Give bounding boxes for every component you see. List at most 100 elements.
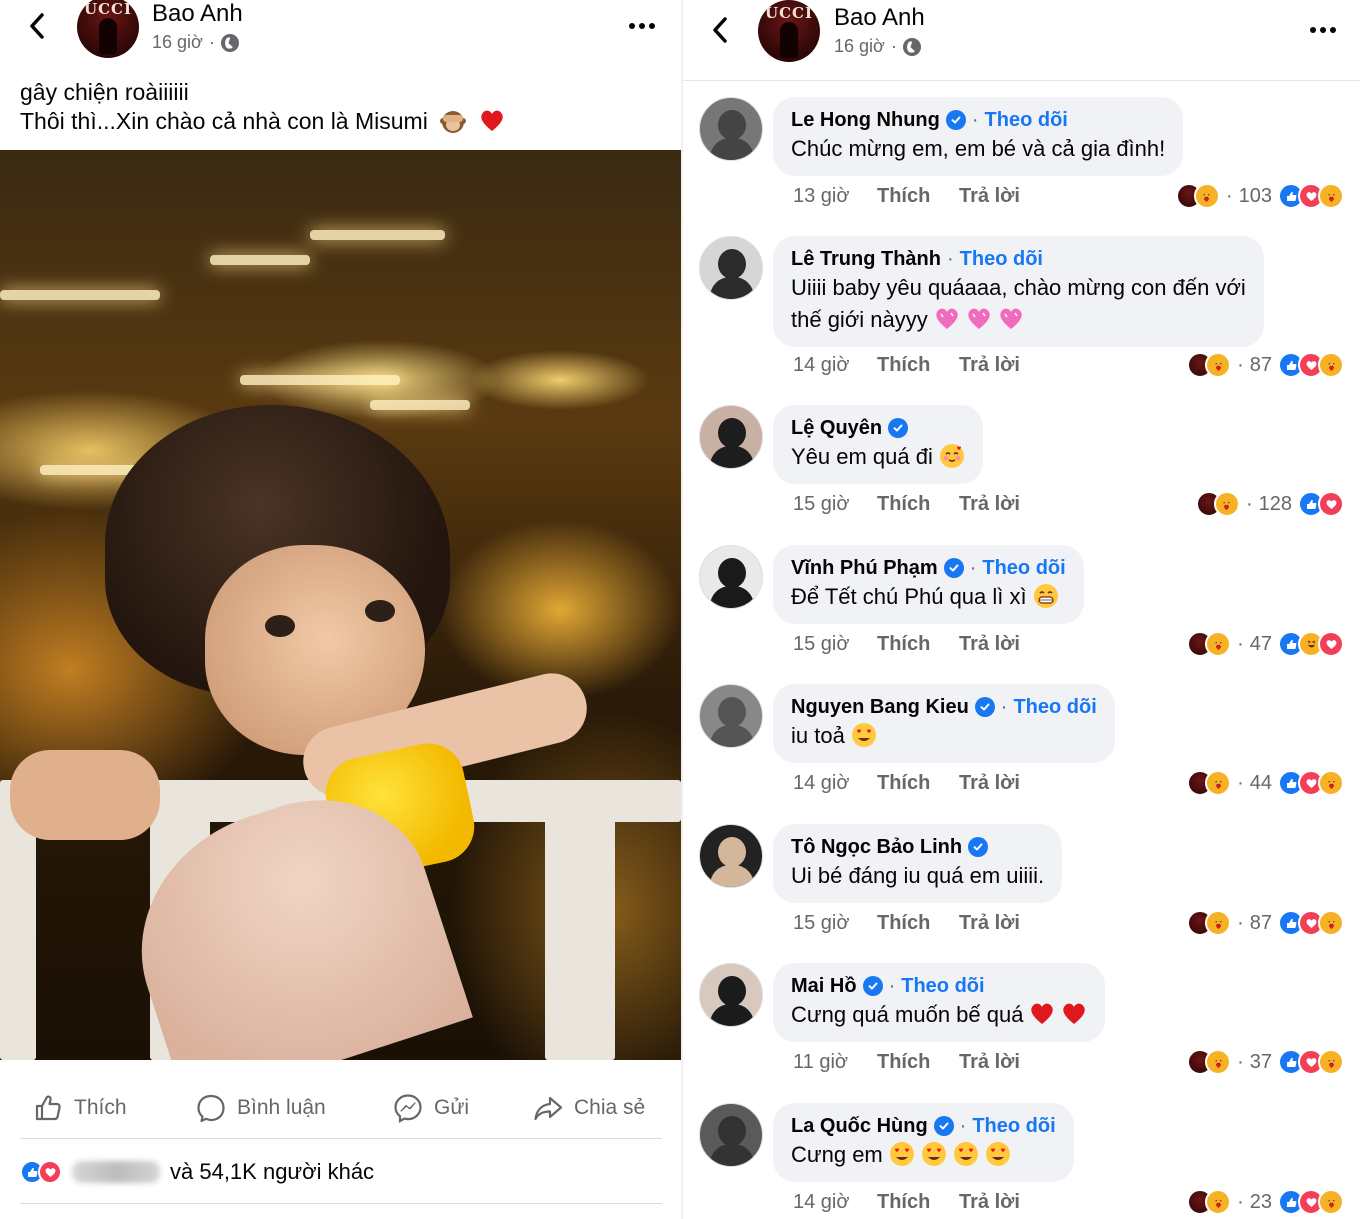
comment-reactions[interactable]: · 87: [1187, 910, 1344, 936]
comment-reply-button[interactable]: Trả lời: [959, 633, 1020, 656]
more-options-button[interactable]: [622, 16, 662, 36]
comment-like-button[interactable]: Thích: [877, 1051, 959, 1074]
hug-icon: [1214, 780, 1222, 789]
thumbs-up-icon: [1286, 191, 1296, 201]
comment-reply-button[interactable]: Trả lời: [959, 1191, 1020, 1214]
comment-reactions[interactable]: · 47: [1187, 631, 1344, 657]
follow-button[interactable]: Theo dõi: [960, 246, 1043, 272]
reaction-icons: [1278, 1049, 1344, 1075]
commenter-avatar[interactable]: [699, 236, 763, 300]
comment-like-button[interactable]: Thích: [877, 354, 959, 377]
commenter-avatar[interactable]: [699, 963, 763, 1027]
author-avatar[interactable]: UCCI: [758, 0, 820, 62]
comment-bubble-icon: [197, 1094, 225, 1123]
commenter-name[interactable]: La Quốc Hùng: [791, 1113, 928, 1139]
love-reaction-icon: [1318, 631, 1344, 657]
comment-time: 14 giờ: [793, 772, 850, 794]
reaction-icons: [1278, 910, 1344, 936]
follow-button[interactable]: Theo dõi: [985, 107, 1068, 133]
hug-icon: [1223, 501, 1231, 510]
post-meta: 16 giờ ·: [834, 36, 921, 57]
comment-reply-button[interactable]: Trả lời: [959, 354, 1020, 377]
comment-text: thế giới nàyyy: [791, 307, 928, 332]
heart-icon: [1306, 1057, 1316, 1067]
comment-reply-button[interactable]: Trả lời: [959, 772, 1020, 795]
commenter-name[interactable]: Nguyen Bang Kieu: [791, 694, 969, 720]
author-reaction: [1195, 491, 1240, 517]
share-button[interactable]: Chia sẻ: [532, 1080, 645, 1136]
commenter-name[interactable]: Lệ Quyên: [791, 415, 882, 441]
comment-reactions[interactable]: · 87: [1187, 352, 1344, 378]
send-button[interactable]: Gửi: [392, 1080, 469, 1136]
hug-icon: [1214, 1059, 1222, 1068]
comment-like-button[interactable]: Thích: [877, 1191, 959, 1214]
follow-button[interactable]: Theo dõi: [972, 1113, 1055, 1139]
comment-like-button[interactable]: Thích: [877, 493, 959, 516]
reaction-icons: [1278, 770, 1344, 796]
comment-item: Vĩnh Phú Phạm · Theo dõi Để Tết chú Phú qua…: [683, 545, 1360, 667]
commenter-name[interactable]: Le Hong Nhung: [791, 107, 940, 133]
commenter-name[interactable]: Lê Trung Thành: [791, 246, 941, 272]
like-button[interactable]: Thích: [32, 1080, 127, 1136]
reaction-summary[interactable]: và 54,1K người khác: [20, 1156, 374, 1188]
comment-reactions[interactable]: · 103: [1175, 183, 1344, 209]
comment-reactions[interactable]: · 37: [1187, 1049, 1344, 1075]
follow-button[interactable]: Theo dõi: [982, 555, 1065, 581]
heart-eyes-emoji-icon: [953, 1142, 978, 1166]
comment-like-button[interactable]: Thích: [877, 912, 959, 935]
commenter-avatar[interactable]: [699, 824, 763, 888]
thumbs-up-icon: [1286, 918, 1296, 928]
comment-reactions[interactable]: · 23: [1187, 1189, 1344, 1215]
back-button[interactable]: [20, 6, 54, 46]
post-time: 16 giờ: [834, 36, 885, 56]
comment-reply-button[interactable]: Trả lời: [959, 493, 1020, 516]
divider: [20, 1138, 662, 1139]
comment-reply-button[interactable]: Trả lời: [959, 912, 1020, 935]
comment-like-button[interactable]: Thích: [877, 772, 959, 795]
commenter-avatar[interactable]: [699, 405, 763, 469]
comment-reply-button[interactable]: Trả lời: [959, 1051, 1020, 1074]
follow-button[interactable]: Theo dõi: [1013, 694, 1096, 720]
thumbs-up-icon: [35, 1095, 61, 1121]
heart-icon: [1306, 778, 1316, 788]
commenter-name[interactable]: Vĩnh Phú Phạm: [791, 555, 938, 581]
author-avatar[interactable]: UCCI: [77, 0, 139, 58]
reaction-count: 128: [1258, 492, 1292, 515]
reaction-count: 44: [1249, 771, 1272, 794]
post-photo[interactable]: [0, 150, 681, 1060]
commenter-avatar[interactable]: [699, 1103, 763, 1167]
thumbs-up-icon: [1286, 360, 1296, 370]
author-name[interactable]: Bao Anh: [152, 0, 243, 28]
comment-actions: 14 giờ Thích Trả lời: [793, 1191, 1020, 1214]
comment-button[interactable]: Bình luận: [195, 1080, 326, 1136]
dot-icon: [1320, 27, 1326, 33]
heart-eyes-emoji-icon: [921, 1142, 946, 1166]
comment-time: 13 giờ: [793, 185, 850, 207]
comment-reactions[interactable]: · 128: [1195, 491, 1344, 517]
more-options-button[interactable]: [1303, 20, 1343, 40]
comment-reply-button[interactable]: Trả lời: [959, 185, 1020, 208]
commenter-avatar[interactable]: [699, 97, 763, 161]
commenter-name[interactable]: Tô Ngọc Bảo Linh: [791, 834, 962, 860]
author-reaction: [1175, 183, 1220, 209]
reaction-count: 47: [1249, 632, 1272, 655]
back-button[interactable]: [703, 10, 737, 50]
comment-actions: 14 giờ Thích Trả lời: [793, 354, 1020, 377]
comment-time: 14 giờ: [793, 354, 850, 376]
grinning-emoji-icon: [1033, 584, 1058, 608]
comment-like-button[interactable]: Thích: [877, 633, 959, 656]
verified-badge-icon: [862, 976, 883, 996]
commenter-avatar[interactable]: [699, 684, 763, 748]
author-name[interactable]: Bao Anh: [834, 4, 925, 32]
commenter-name[interactable]: Mai Hồ: [791, 973, 857, 999]
follow-button[interactable]: Theo dõi: [901, 973, 984, 999]
comment-reactions[interactable]: · 44: [1187, 770, 1344, 796]
care-reaction-icon: [1318, 770, 1344, 796]
love-reaction-icon: [38, 1160, 62, 1184]
hug-icon: [1327, 193, 1335, 202]
comment-bubble: Mai Hồ · Theo dõi Cưng quá muốn bế quá: [773, 963, 1106, 1042]
comment-like-button[interactable]: Thích: [877, 185, 959, 208]
commenter-avatar[interactable]: [699, 545, 763, 609]
comment-actions: 14 giờ Thích Trả lời: [793, 772, 1020, 795]
care-reaction-icon: [1318, 352, 1344, 378]
